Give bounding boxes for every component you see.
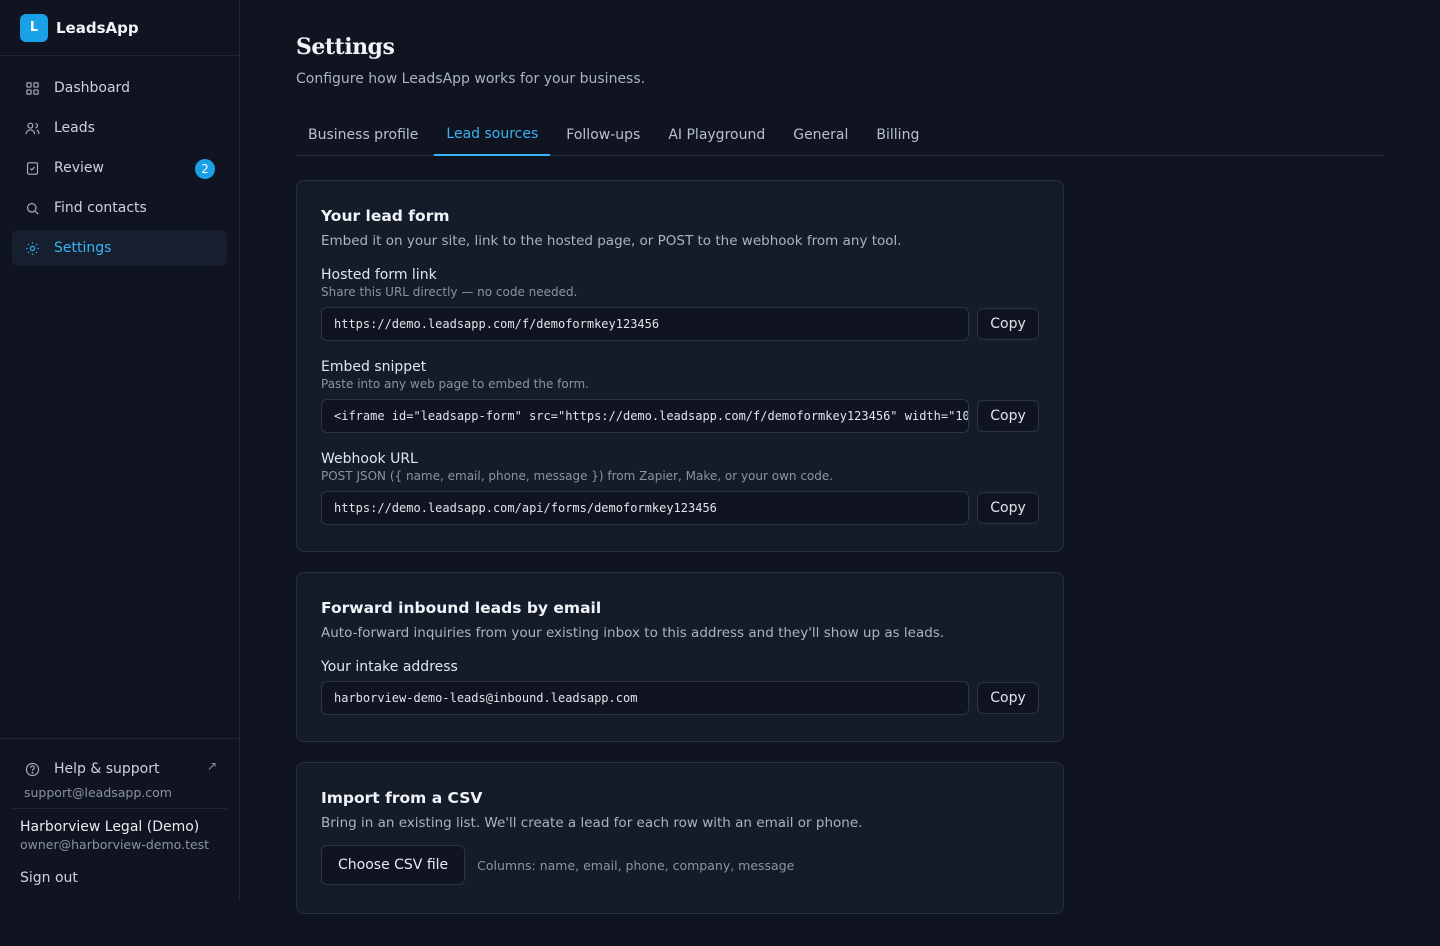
sidebar-item-label: Leads bbox=[54, 120, 95, 136]
brand[interactable]: L LeadsApp bbox=[0, 0, 239, 56]
lead-form-card: Your lead form Embed it on your site, li… bbox=[296, 180, 1064, 552]
gear-icon bbox=[26, 241, 39, 255]
tab-general[interactable]: General bbox=[781, 114, 860, 156]
page-title: Settings bbox=[296, 34, 395, 60]
check-square-icon bbox=[26, 161, 39, 175]
hosted-link-field[interactable]: https://demo.leadsapp.com/f/demoformkey1… bbox=[321, 307, 969, 341]
intake-address-field[interactable]: harborview-demo-leads@inbound.leadsapp.c… bbox=[321, 681, 969, 715]
tab-lead-sources[interactable]: Lead sources bbox=[434, 114, 551, 156]
search-icon bbox=[26, 202, 39, 215]
webhook-url-row: https://demo.leadsapp.com/api/forms/demo… bbox=[321, 491, 1039, 525]
brand-logo: L bbox=[20, 13, 48, 42]
hosted-link-row: https://demo.leadsapp.com/f/demoformkey1… bbox=[321, 307, 1039, 341]
sidebar-item-label: Dashboard bbox=[54, 80, 130, 96]
embed-snippet-label: Embed snippet bbox=[321, 359, 427, 375]
choose-csv-button[interactable]: Choose CSV file bbox=[321, 845, 466, 885]
sidebar-item-label: Find contacts bbox=[54, 200, 147, 216]
csv-import-row: Choose CSV file Columns: name, email, ph… bbox=[321, 845, 1039, 885]
review-count-badge: 2 bbox=[195, 159, 215, 179]
hosted-link-help: Share this URL directly — no code needed… bbox=[321, 285, 578, 299]
lead-form-title: Your lead form bbox=[321, 207, 450, 225]
help-support-link[interactable]: Help & support ↗ bbox=[12, 751, 227, 787]
embed-snippet-field[interactable]: <iframe id="leadsapp-form" src="https://… bbox=[321, 399, 969, 433]
sidebar-item-dashboard[interactable]: Dashboard bbox=[12, 70, 227, 106]
webhook-url-label: Webhook URL bbox=[321, 451, 418, 467]
tab-follow-ups[interactable]: Follow-ups bbox=[554, 114, 652, 156]
sidebar-item-settings[interactable]: Settings bbox=[12, 230, 227, 266]
sidebar-nav: Dashboard Leads Review 2 Find contacts S… bbox=[0, 56, 239, 284]
sidebar-footer: Help & support ↗ support@leadsapp.com Ha… bbox=[0, 738, 239, 900]
brand-name: LeadsApp bbox=[56, 18, 139, 37]
intake-address-label: Your intake address bbox=[321, 659, 458, 675]
webhook-url-help: POST JSON ({ name, email, phone, message… bbox=[321, 469, 834, 483]
embed-snippet-row: <iframe id="leadsapp-form" src="https://… bbox=[321, 399, 1039, 433]
external-link-icon: ↗ bbox=[206, 759, 217, 773]
sidebar-divider bbox=[12, 808, 227, 809]
tab-ai-playground[interactable]: AI Playground bbox=[656, 114, 777, 156]
sidebar-item-leads[interactable]: Leads bbox=[12, 110, 227, 146]
help-support-label: Help & support bbox=[54, 761, 160, 777]
sidebar-item-find-contacts[interactable]: Find contacts bbox=[12, 190, 227, 226]
sidebar: L LeadsApp Dashboard Leads Review 2 Find… bbox=[0, 0, 240, 900]
copy-intake-address-button[interactable]: Copy bbox=[977, 682, 1039, 714]
users-icon bbox=[25, 122, 40, 134]
csv-import-subtitle: Bring in an existing list. We'll create … bbox=[321, 815, 863, 831]
sign-out-button[interactable]: Sign out bbox=[12, 870, 227, 886]
forward-email-card: Forward inbound leads by email Auto-forw… bbox=[296, 572, 1064, 742]
embed-snippet-help: Paste into any web page to embed the for… bbox=[321, 377, 589, 391]
lead-form-subtitle: Embed it on your site, link to the hoste… bbox=[321, 233, 902, 249]
copy-embed-snippet-button[interactable]: Copy bbox=[977, 400, 1039, 432]
csv-columns-note: Columns: name, email, phone, company, me… bbox=[477, 857, 795, 873]
hosted-link-label: Hosted form link bbox=[321, 267, 437, 283]
sidebar-item-label: Settings bbox=[54, 240, 112, 256]
support-email: support@leadsapp.com bbox=[24, 785, 172, 800]
settings-tabs: Business profile Lead sources Follow-ups… bbox=[296, 114, 1384, 156]
help-circle-icon bbox=[25, 762, 40, 776]
csv-import-card: Import from a CSV Bring in an existing l… bbox=[296, 762, 1064, 914]
forward-email-subtitle: Auto-forward inquiries from your existin… bbox=[321, 625, 945, 641]
copy-hosted-link-button[interactable]: Copy bbox=[977, 308, 1039, 340]
forward-email-title: Forward inbound leads by email bbox=[321, 599, 602, 617]
sidebar-item-review[interactable]: Review 2 bbox=[12, 150, 227, 186]
account-email: owner@harborview-demo.test bbox=[20, 837, 210, 852]
tab-billing[interactable]: Billing bbox=[864, 114, 931, 156]
grid-icon bbox=[26, 81, 39, 95]
csv-import-title: Import from a CSV bbox=[321, 789, 483, 807]
copy-webhook-url-button[interactable]: Copy bbox=[977, 492, 1039, 524]
account-name: Harborview Legal (Demo) bbox=[20, 819, 200, 835]
tab-business-profile[interactable]: Business profile bbox=[296, 114, 430, 156]
page-subtitle: Configure how LeadsApp works for your bu… bbox=[296, 71, 646, 87]
webhook-url-field[interactable]: https://demo.leadsapp.com/api/forms/demo… bbox=[321, 491, 969, 525]
sidebar-item-label: Review bbox=[54, 160, 104, 176]
intake-address-row: harborview-demo-leads@inbound.leadsapp.c… bbox=[321, 681, 1039, 715]
